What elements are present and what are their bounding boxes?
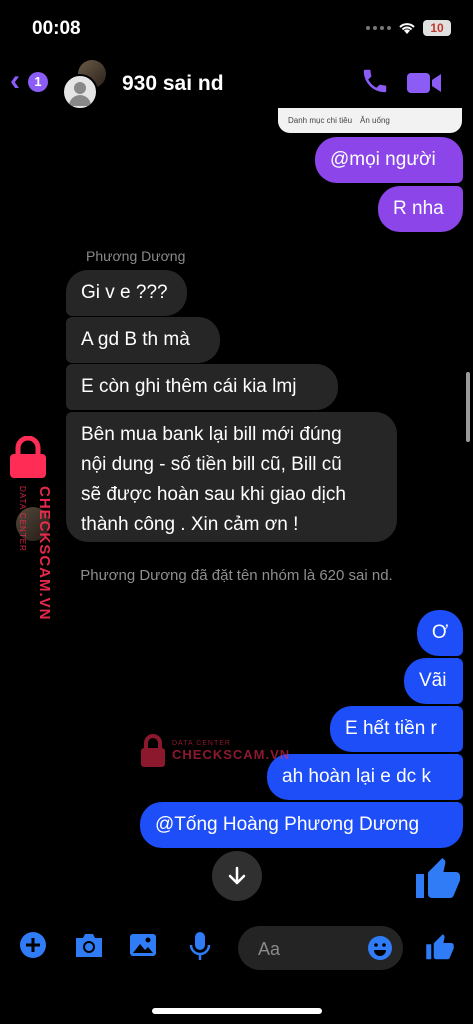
watermark-sub: DATA CENTER <box>18 486 27 552</box>
group-avatar-default[interactable] <box>62 74 98 110</box>
emoji-icon[interactable] <box>367 935 393 961</box>
message-composer[interactable] <box>238 926 403 972</box>
watermark-center: DATA CENTER CHECKSCAM.VN <box>140 734 290 768</box>
message-line: thành công . Xin cảm ơn ! <box>81 514 299 535</box>
sent-message[interactable]: ah hoàn lại e dc k <box>267 754 463 800</box>
scrollbar[interactable] <box>466 372 470 442</box>
message-line: Bên mua bank lại bill mới đúng <box>81 424 342 445</box>
sent-message[interactable]: E hết tiền r <box>330 706 463 752</box>
sent-message[interactable]: Vãi <box>404 658 463 704</box>
sent-message[interactable]: @Tống Hoàng Phương Dương <box>140 802 463 848</box>
shared-image-preview[interactable]: Danh mục chi tiêu Ăn uống <box>278 108 462 133</box>
sent-message[interactable]: Ơ <box>417 610 463 656</box>
phone-icon[interactable] <box>360 66 390 96</box>
message-line: sẽ được hoàn sau khi giao dịch <box>81 484 346 505</box>
thumbs-up-sent-icon[interactable] <box>414 856 462 904</box>
unread-badge: 1 <box>28 72 48 92</box>
received-message[interactable]: A gd B th mà <box>66 317 220 363</box>
conversation-title[interactable]: 930 sai nd <box>122 72 224 96</box>
received-message[interactable]: E còn ghi thêm cái kia lmj <box>66 364 338 410</box>
status-indicators: 10 <box>366 20 451 36</box>
gallery-icon[interactable] <box>128 931 158 959</box>
lock-watermark-icon <box>141 734 165 767</box>
preview-label-1: Danh mục chi tiêu <box>288 116 353 125</box>
arrow-down-icon <box>228 866 246 885</box>
microphone-icon[interactable] <box>188 931 212 961</box>
sender-name: Phương Dương <box>86 248 186 264</box>
status-time: 00:08 <box>32 18 81 39</box>
signal-icon <box>366 26 391 30</box>
watermark-center-sub: DATA CENTER <box>172 740 231 747</box>
message-input[interactable] <box>256 926 360 972</box>
system-notice: Phương Dương đã đặt tên nhóm là 620 sai … <box>80 567 393 584</box>
sent-message[interactable]: @mọi người <box>315 137 463 183</box>
thumbs-up-icon[interactable] <box>425 933 455 963</box>
message-line: nội dung - số tiền bill cũ, Bill cũ <box>81 454 342 475</box>
preview-label-2: Ăn uống <box>360 116 390 125</box>
scroll-to-bottom-button[interactable] <box>212 851 262 901</box>
watermark-brand: CHECKSCAM.VN <box>36 486 53 621</box>
add-icon[interactable] <box>19 931 47 959</box>
video-call-icon[interactable] <box>406 70 442 96</box>
lock-watermark-icon <box>10 436 46 478</box>
back-button[interactable]: ‹ <box>10 66 20 96</box>
camera-icon[interactable] <box>73 931 105 959</box>
received-message-multiline[interactable]: Bên mua bank lại bill mới đúng nội dung … <box>66 412 397 542</box>
battery-indicator: 10 <box>423 20 451 36</box>
received-message[interactable]: Gi v e ??? <box>66 270 187 316</box>
home-indicator[interactable] <box>152 1008 322 1014</box>
watermark-center-brand: CHECKSCAM.VN <box>172 747 291 762</box>
sent-message[interactable]: R nha <box>378 186 463 232</box>
wifi-icon <box>399 23 415 34</box>
